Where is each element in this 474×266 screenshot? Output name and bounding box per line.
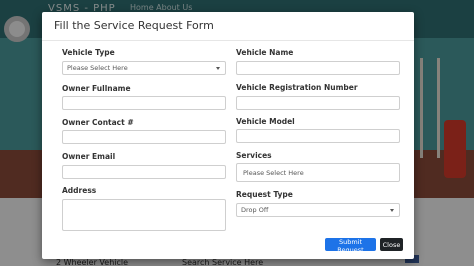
- services-label: Services: [236, 151, 272, 160]
- owner-email-input[interactable]: [62, 165, 226, 179]
- chevron-down-icon: [390, 209, 394, 212]
- address-textarea[interactable]: [62, 199, 226, 231]
- address-label: Address: [62, 186, 97, 195]
- vehicle-name-label: Vehicle Name: [236, 48, 294, 57]
- vehicle-registration-number-input[interactable]: [236, 96, 400, 110]
- owner-fullname-label: Owner Fullname: [62, 84, 131, 93]
- request-type-selected-value: Drop Off: [241, 206, 269, 214]
- modal-header: Fill the Service Request Form: [42, 12, 414, 41]
- request-type-label: Request Type: [236, 190, 293, 199]
- vehicle-type-select[interactable]: Please Select Here: [62, 61, 226, 75]
- vehicle-model-input[interactable]: [236, 129, 400, 143]
- vehicle-model-label: Vehicle Model: [236, 117, 295, 126]
- vehicle-type-selected-value: Please Select Here: [67, 64, 128, 72]
- services-select[interactable]: Please Select Here: [236, 163, 400, 182]
- owner-fullname-input[interactable]: [62, 96, 226, 110]
- chevron-down-icon: [216, 67, 220, 70]
- owner-contact-input[interactable]: [62, 130, 226, 144]
- vehicle-registration-number-label: Vehicle Registration Number: [236, 83, 358, 92]
- close-button[interactable]: Close: [380, 238, 403, 251]
- owner-contact-label: Owner Contact #: [62, 118, 134, 127]
- vehicle-name-input[interactable]: [236, 61, 400, 75]
- owner-email-label: Owner Email: [62, 152, 116, 161]
- vehicle-type-label: Vehicle Type: [62, 48, 115, 57]
- service-request-modal: Fill the Service Request Form Vehicle Ty…: [42, 12, 414, 259]
- submit-request-button[interactable]: Submit Request: [325, 238, 376, 254]
- modal-title: Fill the Service Request Form: [54, 19, 214, 32]
- request-type-select[interactable]: Drop Off: [236, 203, 400, 217]
